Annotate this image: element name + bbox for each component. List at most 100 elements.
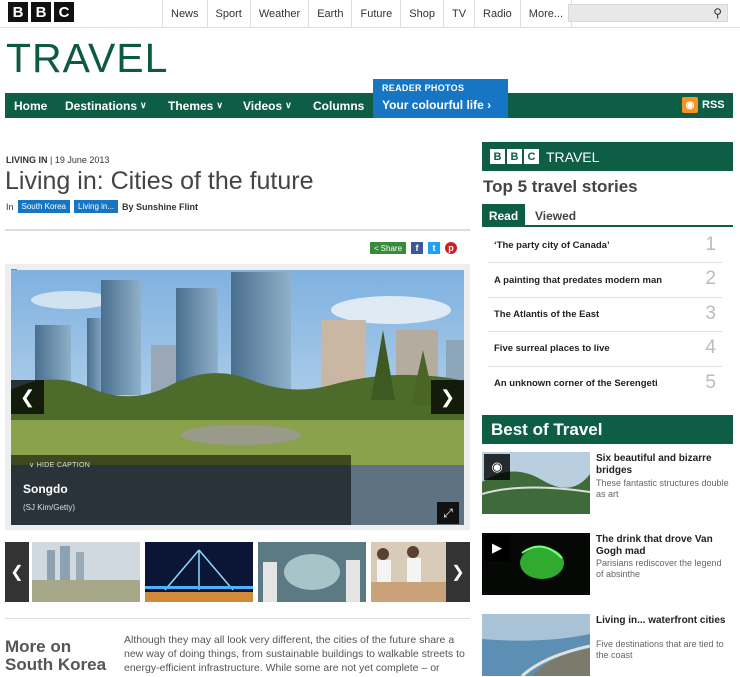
thumbnail-3[interactable] bbox=[258, 542, 366, 602]
best-item-absinthe[interactable]: ▶ The drink that drove Van Gogh mad Pari… bbox=[482, 533, 733, 595]
thumbnail-4[interactable] bbox=[371, 542, 446, 602]
nav-destinations[interactable]: Destinations ∨ bbox=[65, 93, 147, 118]
rss-link[interactable]: ◉ RSS bbox=[682, 97, 725, 113]
nav-videos[interactable]: Videos ∨ bbox=[243, 93, 292, 118]
kicker-section[interactable]: LIVING IN bbox=[6, 155, 48, 165]
nav-home[interactable]: Home bbox=[14, 93, 47, 118]
thumbs-prev-button[interactable]: ❮ bbox=[5, 542, 29, 602]
share-bar: < Share f t p bbox=[370, 242, 458, 254]
byline-in: In bbox=[6, 201, 14, 212]
nav-more[interactable]: More... bbox=[519, 0, 573, 27]
global-nav: News Sport Weather Earth Future Shop TV … bbox=[162, 0, 573, 27]
gallery-prev-button[interactable]: ❮ bbox=[11, 380, 44, 414]
list-item[interactable]: The Atlantis of the East 3 bbox=[488, 298, 722, 333]
list-item[interactable]: ‘The party city of Canada’ 1 bbox=[488, 229, 722, 264]
list-item[interactable]: Five surreal places to live 4 bbox=[488, 332, 722, 367]
chevron-left-icon: ❮ bbox=[19, 386, 36, 407]
reader-photos-title-text: Your colourful life bbox=[382, 98, 484, 112]
best-item-title: Living in... waterfront cities bbox=[596, 615, 726, 626]
list-item[interactable]: An unknown corner of the Serengeti 5 bbox=[488, 367, 722, 401]
logo-letter: B bbox=[8, 2, 28, 22]
caption-credit: (SJ Kim/Getty) bbox=[23, 503, 76, 512]
thumbnail-2[interactable] bbox=[145, 542, 253, 602]
reader-photos-link[interactable]: READER PHOTOS Your colourful life › bbox=[373, 79, 508, 118]
image-gallery: ❮ ❯ ∨ HIDE CAPTION Songdo (SJ Kim/Getty)… bbox=[5, 264, 470, 530]
reader-photos-label: READER PHOTOS bbox=[382, 83, 465, 93]
tab-read[interactable]: Read bbox=[482, 204, 525, 227]
story-rank: 2 bbox=[705, 268, 716, 290]
article-headline: Living in: Cities of the future bbox=[5, 167, 314, 195]
nav-news[interactable]: News bbox=[162, 0, 207, 27]
more-on-heading[interactable]: More on South Korea bbox=[5, 638, 120, 674]
kicker-date: | 19 June 2013 bbox=[50, 155, 110, 165]
chevron-right-icon: ❯ bbox=[451, 564, 465, 581]
chevron-down-icon: ∨ bbox=[140, 100, 147, 110]
chevron-left-icon: ❮ bbox=[10, 564, 24, 581]
nav-tv[interactable]: TV bbox=[442, 0, 474, 27]
search-input[interactable]: ⚲ bbox=[568, 4, 728, 22]
best-item-image bbox=[482, 614, 590, 676]
nav-radio[interactable]: Radio bbox=[474, 0, 520, 27]
thumbnail-strip: ❮ ❯ bbox=[5, 542, 470, 602]
story-rank: 4 bbox=[705, 337, 716, 359]
nav-future[interactable]: Future bbox=[351, 0, 400, 27]
image-caption: ∨ HIDE CAPTION Songdo (SJ Kim/Getty) bbox=[11, 455, 351, 525]
best-item-desc: Parisians rediscover the legend of absin… bbox=[596, 558, 722, 579]
pinterest-icon[interactable]: p bbox=[445, 242, 458, 254]
thumbnail-image bbox=[145, 542, 253, 602]
share-button[interactable]: < Share bbox=[370, 242, 407, 254]
top5-list: ‘The party city of Canada’ 1 A painting t… bbox=[488, 229, 722, 401]
gallery-next-button[interactable]: ❯ bbox=[431, 380, 464, 414]
hide-caption-label: HIDE CAPTION bbox=[36, 462, 91, 469]
chevron-right-icon: › bbox=[487, 98, 492, 112]
thumbs-next-button[interactable]: ❯ bbox=[446, 542, 470, 602]
hide-caption-button[interactable]: ∨ HIDE CAPTION bbox=[29, 461, 90, 469]
best-item-image: ◉ bbox=[482, 452, 590, 514]
fullscreen-button[interactable]: ⤢ bbox=[437, 502, 459, 524]
top5-heading: Top 5 travel stories bbox=[483, 177, 638, 196]
nav-columns[interactable]: Columns bbox=[313, 93, 364, 118]
best-item-bridges[interactable]: ◉ Six beautiful and bizarre bridges Thes… bbox=[482, 452, 733, 514]
gallery-main-image[interactable]: ❮ ❯ ∨ HIDE CAPTION Songdo (SJ Kim/Getty)… bbox=[11, 270, 464, 525]
best-of-travel-heading: Best of Travel bbox=[482, 415, 733, 444]
thumbnail-1[interactable] bbox=[32, 542, 140, 602]
nav-destinations-label: Destinations bbox=[65, 98, 138, 113]
best-item-title: Six beautiful and bizarre bridges bbox=[596, 453, 712, 476]
main-nav: Home Destinations ∨ Themes ∨ Videos ∨ Colum… bbox=[5, 93, 733, 118]
nav-weather[interactable]: Weather bbox=[249, 0, 308, 27]
rss-label: RSS bbox=[702, 99, 725, 111]
rss-icon: ◉ bbox=[682, 97, 698, 113]
tag-south-korea[interactable]: South Korea bbox=[17, 200, 70, 213]
nav-sport[interactable]: Sport bbox=[206, 0, 250, 27]
story-title: An unknown corner of the Serengeti bbox=[494, 378, 658, 390]
nav-videos-label: Videos bbox=[243, 98, 283, 113]
tab-viewed[interactable]: Viewed bbox=[535, 204, 576, 227]
caption-title: Songdo bbox=[23, 482, 68, 496]
story-rank: 1 bbox=[705, 234, 716, 255]
thumbnail-image bbox=[32, 542, 140, 602]
search-icon[interactable]: ⚲ bbox=[713, 6, 722, 20]
section-title[interactable]: TRAVEL bbox=[6, 36, 168, 80]
nav-themes[interactable]: Themes ∨ bbox=[168, 93, 223, 118]
best-item-waterfront[interactable]: Living in... waterfront cities Five dest… bbox=[482, 614, 733, 676]
tag-living-in[interactable]: Living in... bbox=[74, 200, 119, 213]
logo-letter: C bbox=[524, 149, 539, 164]
bbc-travel-banner[interactable]: B B C TRAVEL bbox=[482, 142, 733, 171]
list-item[interactable]: A painting that predates modern man 2 bbox=[488, 263, 722, 298]
byline-author: By Sunshine Flint bbox=[122, 201, 199, 212]
share-label: Share bbox=[380, 243, 403, 253]
nav-shop[interactable]: Shop bbox=[400, 0, 443, 27]
reader-photos-title: Your colourful life › bbox=[382, 98, 491, 112]
story-title: Five surreal places to live bbox=[494, 343, 610, 355]
top-bar: B B C News Sport Weather Earth Future Sh… bbox=[0, 0, 740, 28]
facebook-icon[interactable]: f bbox=[411, 242, 424, 254]
logo-letter: B bbox=[490, 149, 505, 164]
nav-earth[interactable]: Earth bbox=[308, 0, 351, 27]
story-title: ‘The party city of Canada’ bbox=[494, 240, 610, 252]
best-item-desc: Five destinations that are tied to the c… bbox=[596, 639, 724, 660]
nav-home-label: Home bbox=[14, 98, 48, 113]
best-item-image: ▶ bbox=[482, 533, 590, 595]
logo-letter: B bbox=[31, 2, 51, 22]
bbc-logo[interactable]: B B C bbox=[8, 2, 74, 22]
twitter-icon[interactable]: t bbox=[428, 242, 441, 254]
